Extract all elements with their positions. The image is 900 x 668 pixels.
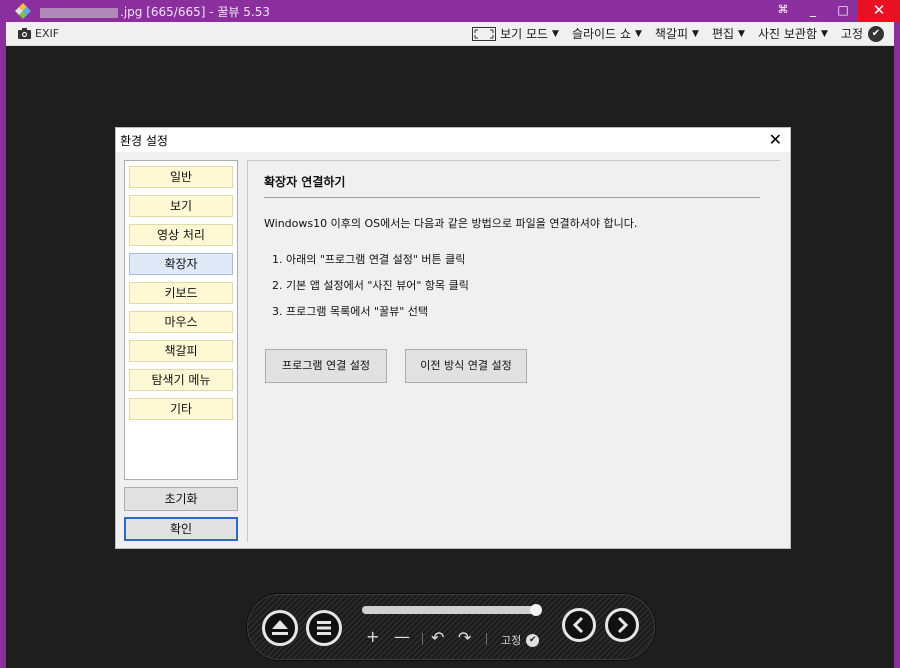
dialog-close-button[interactable]: ✕ (769, 130, 782, 149)
nav-explorer-menu[interactable]: 탐색기 메뉴 (129, 369, 233, 391)
menu-slideshow[interactable]: 슬라이드 쇼 ▼ (572, 25, 642, 42)
chevron-down-icon: ▼ (738, 28, 745, 39)
main-toolbar: EXIF 보기 모드 ▼ 슬라이드 쇼 ▼ 책갈피 ▼ 편집 ▼ 사진 보관함 ▼ 고정 ✔ (6, 22, 894, 46)
close-window-button[interactable]: ✕ (858, 0, 900, 22)
nav-mouse[interactable]: 마우스 (129, 311, 233, 333)
pin-window-button[interactable]: ⌘ (768, 0, 798, 22)
menu-button[interactable] (306, 610, 342, 646)
divider (264, 197, 760, 198)
window-title: .jpg [665/665] - 꿀뷰 5.53 (40, 3, 270, 20)
check-icon: ✔ (526, 633, 540, 647)
rotate-left-icon[interactable]: ↶ (431, 628, 444, 647)
zoom-in-icon[interactable]: + (366, 627, 379, 646)
settings-nav: 일반 보기 영상 처리 확장자 키보드 마우스 책갈피 탐색기 메뉴 기타 (124, 160, 238, 480)
legacy-association-button[interactable]: 이전 방식 연결 설정 (405, 349, 527, 383)
hamburger-icon (317, 621, 331, 635)
chevron-down-icon: ▼ (634, 28, 642, 39)
reset-button[interactable]: 초기화 (124, 487, 238, 511)
step-text: 2. 기본 앱 설정에서 "사진 뷰어" 항목 클릭 (272, 279, 469, 292)
ok-button[interactable]: 확인 (124, 517, 238, 541)
chevron-right-icon (617, 616, 629, 634)
eject-button[interactable] (262, 610, 298, 646)
eject-icon (272, 620, 288, 635)
camera-icon (18, 28, 31, 39)
nav-image-processing[interactable]: 영상 처리 (129, 224, 233, 246)
previous-button[interactable] (562, 608, 596, 642)
playback-controller: + — ↶ ↷ 고정 ✔ (247, 594, 655, 660)
nav-keyboard[interactable]: 키보드 (129, 282, 233, 304)
rotate-right-icon[interactable]: ↷ (458, 628, 471, 647)
description-text: Windows10 이후의 OS에서는 다음과 같은 방법으로 파일을 연결하셔… (264, 217, 638, 230)
section-title: 확장자 연결하기 (264, 175, 346, 189)
menu-view-mode[interactable]: 보기 모드 ▼ (472, 25, 559, 42)
menu-bookmark[interactable]: 책갈피 ▼ (655, 25, 699, 42)
controller-pin-toggle[interactable]: 고정 ✔ (501, 632, 540, 648)
nav-etc[interactable]: 기타 (129, 398, 233, 420)
chevron-down-icon: ▼ (692, 28, 699, 39)
menu-edit[interactable]: 편집 ▼ (712, 25, 745, 42)
nav-extensions[interactable]: 확장자 (129, 253, 233, 275)
nav-bookmark[interactable]: 책갈피 (129, 340, 233, 362)
view-mode-icon (472, 26, 497, 41)
nav-general[interactable]: 일반 (129, 166, 233, 188)
slider-thumb[interactable] (530, 604, 543, 616)
exif-button[interactable]: EXIF (18, 27, 59, 40)
settings-content: 확장자 연결하기 Windows10 이후의 OS에서는 다음과 같은 방법으로… (247, 160, 780, 542)
app-logo-icon (15, 3, 31, 19)
chevron-down-icon: ▼ (820, 28, 828, 39)
dialog-title: 환경 설정 (120, 134, 168, 148)
dialog-title-bar: 환경 설정 ✕ (116, 128, 790, 152)
menu-photo-archive[interactable]: 사진 보관함 ▼ (758, 25, 828, 42)
divider (486, 633, 487, 645)
next-button[interactable] (605, 608, 639, 642)
title-bar: .jpg [665/665] - 꿀뷰 5.53 ⌘ _ □ ✕ (0, 0, 900, 22)
divider (422, 633, 423, 645)
check-icon: ✔ (868, 25, 884, 42)
chevron-left-icon (572, 616, 584, 634)
pin-toggle[interactable]: 고정 ✔ (841, 25, 884, 42)
program-association-button[interactable]: 프로그램 연결 설정 (265, 349, 387, 383)
step-text: 1. 아래의 "프로그램 연결 설정" 버튼 클릭 (272, 253, 466, 266)
zoom-out-icon[interactable]: — (394, 627, 410, 646)
chevron-down-icon: ▼ (552, 28, 559, 39)
slider-fill (362, 606, 537, 614)
nav-view[interactable]: 보기 (129, 195, 233, 217)
step-text: 3. 프로그램 목록에서 "꿀뷰" 선택 (272, 305, 429, 318)
minimize-button[interactable]: _ (798, 0, 828, 22)
maximize-button[interactable]: □ (828, 0, 858, 22)
position-slider[interactable] (362, 604, 543, 616)
settings-dialog: 환경 설정 ✕ 일반 보기 영상 처리 확장자 키보드 마우스 책갈피 탐색기 … (115, 127, 791, 549)
redacted-filename (40, 7, 118, 18)
